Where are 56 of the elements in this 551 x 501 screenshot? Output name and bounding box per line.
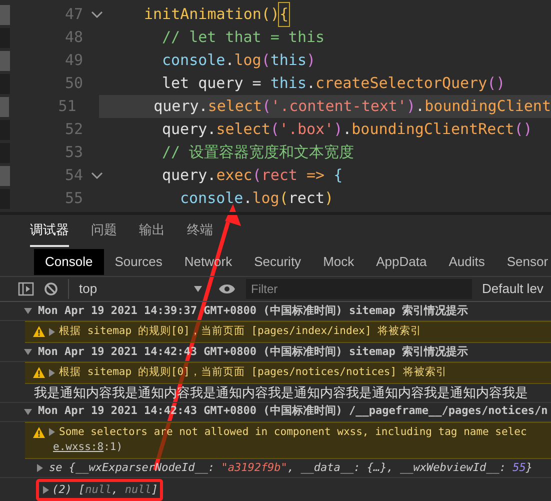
code-line: query.exec(rect => {	[161, 165, 344, 186]
chevron-icon[interactable]	[91, 172, 103, 180]
panel-tab[interactable]: 输出	[139, 220, 165, 247]
line-number: 51	[58, 96, 76, 118]
chevron-icon[interactable]	[91, 10, 103, 18]
line-number: 47	[64, 4, 83, 26]
line-number: 55	[64, 188, 83, 210]
line-number: 48	[64, 27, 83, 48]
source-link[interactable]: e.wxss:8	[53, 441, 104, 454]
log-group-header[interactable]: Mon Apr 19 2021 14:39:37 GMT+0800 (中国标准时间) sitemap 索引情况提示	[0, 302, 551, 321]
clear-icon[interactable]	[44, 282, 58, 296]
levels-select[interactable]: Default lev	[482, 279, 544, 299]
code-line: let query = this.createSelectorQuery()	[161, 73, 506, 94]
devtools-tab[interactable]: Security	[243, 248, 312, 274]
eye-icon[interactable]	[218, 283, 236, 295]
panel-tab[interactable]: 调试器	[30, 220, 69, 247]
collapse-icon[interactable]	[24, 348, 32, 355]
devtools-tab[interactable]: Sources	[104, 248, 174, 274]
context-select[interactable]: top	[68, 279, 208, 299]
array-preview[interactable]: (2) [null, null]	[52, 482, 158, 498]
line-number: 54	[64, 165, 83, 186]
line-number: 52	[64, 119, 83, 140]
devtools-tab[interactable]: AppData	[365, 248, 438, 274]
code-line: console.log(this)	[161, 50, 317, 72]
collapse-icon[interactable]	[24, 308, 32, 314]
filter-field[interactable]: Filter	[246, 279, 472, 299]
line-number: 50	[64, 73, 83, 94]
panel-tab[interactable]: 问题	[91, 220, 117, 247]
code-line: initAnimation(){	[107, 3, 551, 26]
devtools-tab[interactable]: Audits	[438, 248, 496, 274]
dropdown-icon	[194, 286, 202, 292]
expand-icon[interactable]	[43, 486, 49, 494]
source-position: :1)	[104, 441, 123, 454]
sidebar-toggle-icon[interactable]	[18, 282, 34, 296]
expand-icon[interactable]	[49, 368, 55, 377]
warning-icon	[33, 326, 45, 338]
line-number: 49	[64, 50, 83, 72]
panel-tab[interactable]: 终端	[187, 220, 213, 247]
code-line: console.log(rect)	[179, 188, 335, 210]
devtools-tab[interactable]: Console	[34, 248, 104, 274]
code-line: // let that = this	[161, 27, 326, 48]
warning-text: 根据 sitemap 的规则[0]，当前页面 [pages/notices/notices] 将被索引	[59, 364, 447, 380]
expand-icon[interactable]	[49, 428, 55, 436]
devtools-tab[interactable]: Mock	[312, 248, 366, 274]
code-line: // 设置容器宽度和文本宽度	[161, 142, 356, 164]
group-title: Mon Apr 19 2021 14:39:37 GMT+0800 (中国标准时间) sitemap 索引情况提示	[38, 302, 468, 319]
line-number: 53	[64, 142, 83, 164]
warning-text: Some selectors are not allowed in component wxss, including tag name selec	[59, 424, 527, 440]
warning-icon	[33, 367, 45, 378]
devtools-tab[interactable]: Sensor	[496, 248, 551, 274]
warning-icon	[33, 426, 45, 438]
collapse-icon[interactable]	[24, 408, 32, 414]
code-line: query.select('.box').boundingClientRect()	[161, 119, 534, 140]
expand-icon[interactable]	[49, 328, 55, 336]
warning-text: 根据 sitemap 的规则[0]，当前页面 [pages/index/index] 将被索引	[59, 324, 422, 339]
expand-icon[interactable]	[37, 464, 43, 472]
